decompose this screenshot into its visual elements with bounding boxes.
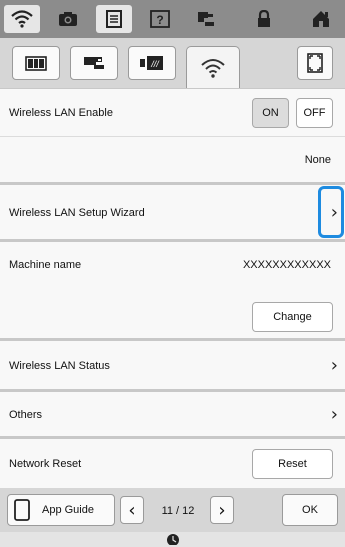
- change-button[interactable]: Change: [252, 302, 333, 332]
- prev-page-button[interactable]: ‹: [120, 496, 144, 524]
- off-button[interactable]: OFF: [296, 98, 333, 128]
- app-guide-button[interactable]: App Guide: [7, 494, 115, 526]
- top-icon-bar: ?: [0, 0, 345, 38]
- help-icon[interactable]: ?: [142, 6, 178, 32]
- ssid-value: None: [304, 154, 331, 166]
- sewing-machine-icon[interactable]: [188, 6, 224, 32]
- network-reset-label: Network Reset: [9, 458, 82, 470]
- tab-sewing-settings[interactable]: [70, 46, 118, 80]
- document-icon[interactable]: [96, 5, 132, 33]
- network-reset-row: Network Reset Reset: [0, 436, 345, 488]
- tab-machine-settings[interactable]: [12, 46, 60, 80]
- sewing-settings-icon: [84, 57, 104, 69]
- wifi-icon[interactable]: [4, 5, 40, 33]
- on-button[interactable]: ON: [252, 98, 289, 128]
- machine-name-value: XXXXXXXXXXXX: [242, 259, 331, 271]
- ssid-row: None: [0, 136, 345, 182]
- home-icon[interactable]: [303, 6, 339, 32]
- others-row[interactable]: Others ›: [0, 389, 345, 436]
- others-label: Others: [9, 409, 43, 421]
- bottom-bar: App Guide ‹ 11 / 12 › OK: [0, 488, 345, 532]
- settings-tab-bar: ///: [0, 38, 345, 88]
- chevron-right-icon[interactable]: ›: [331, 404, 338, 425]
- tablet-icon: [14, 499, 30, 521]
- tab-wireless[interactable]: [186, 46, 240, 88]
- svg-text:?: ?: [156, 13, 163, 27]
- clock-icon: [167, 534, 179, 545]
- wlan-enable-label: Wireless LAN Enable: [9, 107, 113, 119]
- machine-name-row: Machine name XXXXXXXXXXXX Change: [0, 239, 345, 338]
- screen-frame-icon: [307, 53, 323, 73]
- tab-embroidery-settings[interactable]: ///: [128, 46, 176, 80]
- chevron-right-icon: ›: [218, 499, 226, 521]
- setup-wizard-row[interactable]: Wireless LAN Setup Wizard ›: [0, 182, 345, 239]
- next-page-button[interactable]: ›: [210, 496, 234, 524]
- setup-wizard-label: Wireless LAN Setup Wizard: [9, 207, 145, 219]
- page-current: 11: [161, 505, 173, 517]
- reset-button[interactable]: Reset: [252, 449, 333, 479]
- chevron-right-icon[interactable]: ›: [331, 355, 338, 376]
- svg-text:///: ///: [150, 59, 160, 69]
- page-total: 12: [182, 505, 195, 517]
- footer-bar: [0, 532, 345, 547]
- wlan-status-label: Wireless LAN Status: [9, 360, 110, 372]
- machine-name-label: Machine name: [9, 259, 82, 271]
- screen-frame-button[interactable]: [297, 46, 333, 80]
- wireless-icon: [201, 58, 225, 78]
- lock-icon[interactable]: [246, 6, 282, 32]
- camera-icon[interactable]: [50, 6, 86, 32]
- chevron-left-icon: ‹: [128, 499, 136, 521]
- wlan-status-row[interactable]: Wireless LAN Status ›: [0, 338, 345, 389]
- ok-button[interactable]: OK: [282, 494, 338, 526]
- page-separator: /: [176, 505, 180, 517]
- embroidery-settings-icon: ///: [140, 56, 163, 70]
- wlan-enable-row: Wireless LAN Enable ON OFF: [0, 88, 345, 136]
- page-indicator: 11 / 12: [150, 505, 206, 517]
- machine-settings-icon: [25, 56, 47, 71]
- highlight-box: [318, 186, 344, 238]
- app-guide-label: App Guide: [42, 504, 94, 516]
